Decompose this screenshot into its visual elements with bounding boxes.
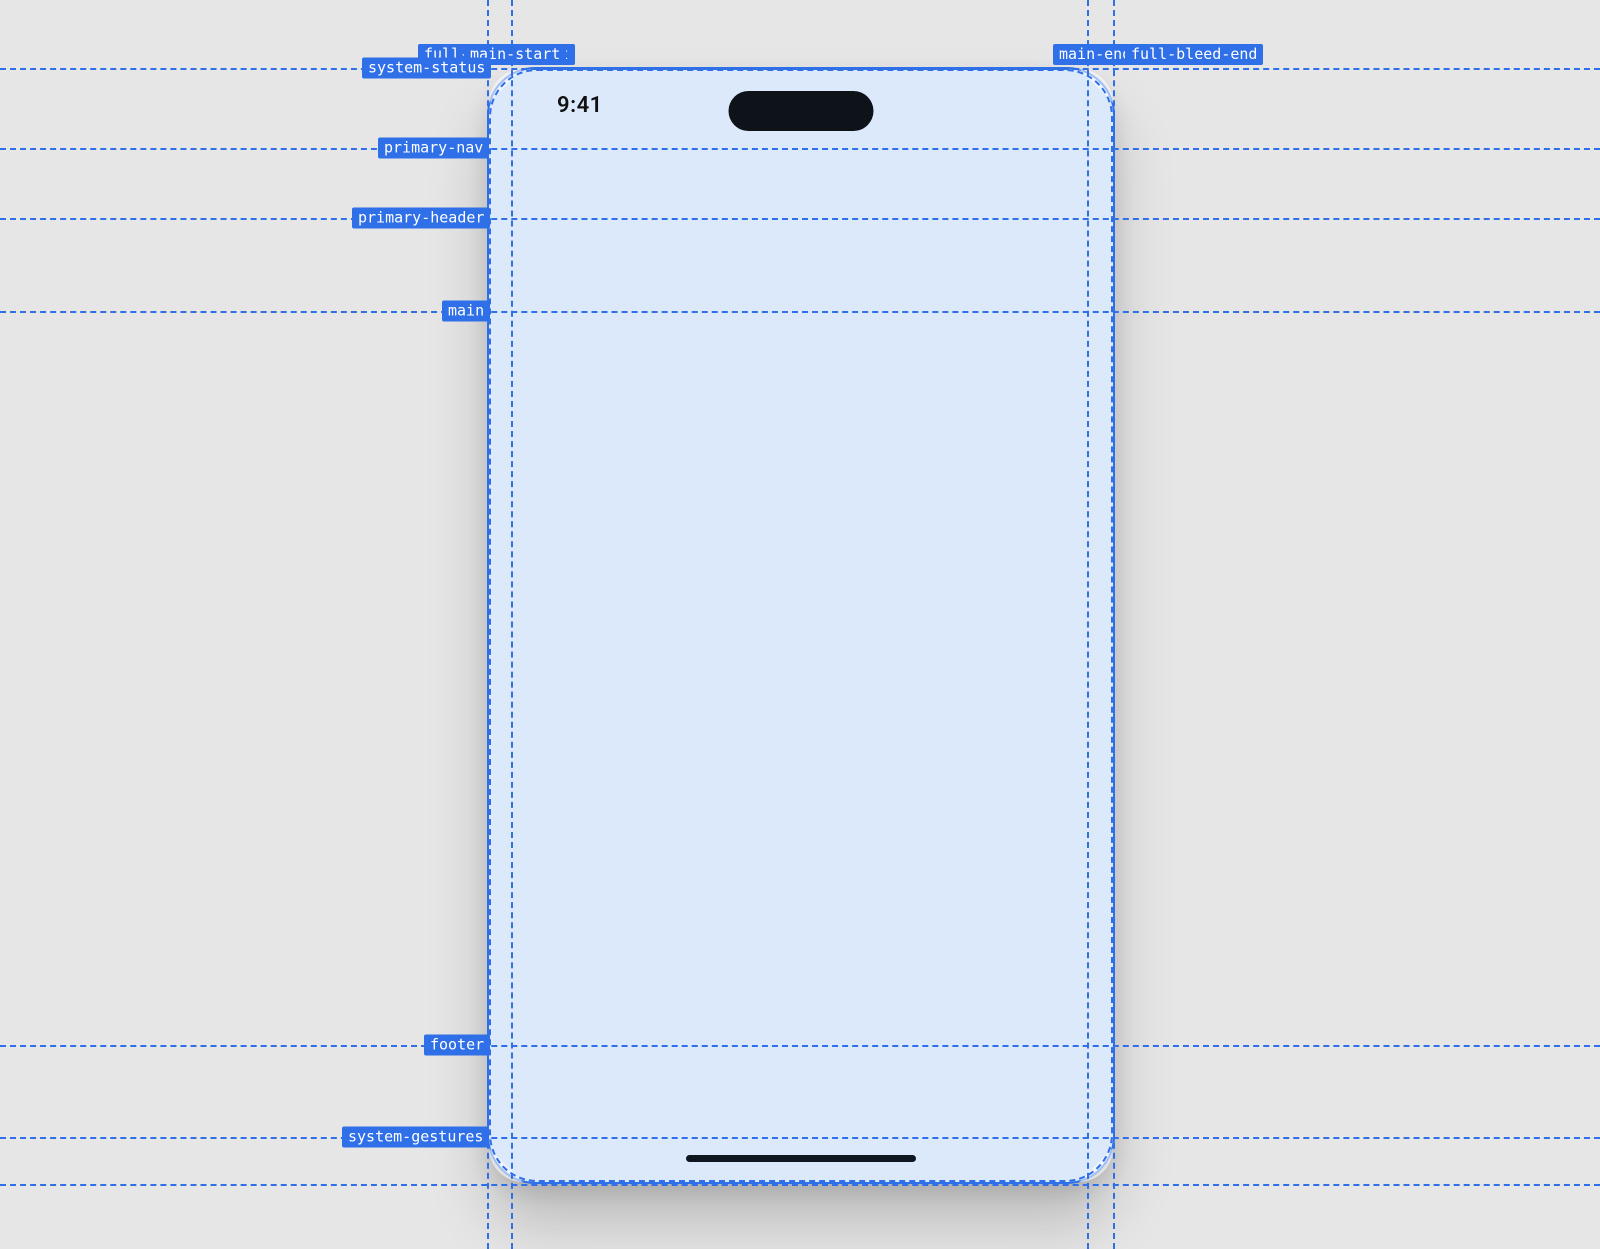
home-indicator <box>686 1155 916 1162</box>
phone-frame: 9:41 <box>487 67 1115 1184</box>
guide-system-status <box>0 68 1600 70</box>
label-footer: footer <box>424 1035 490 1056</box>
status-time: 9:41 <box>557 93 603 118</box>
guide-full-bleed-start <box>487 0 489 1249</box>
guide-footer <box>0 1045 1600 1047</box>
corner-highlight <box>489 1148 523 1182</box>
guide-primary-header <box>0 218 1600 220</box>
corner-highlight <box>489 69 523 103</box>
corner-highlight <box>1079 1148 1113 1182</box>
guide-full-bleed-end <box>1113 0 1115 1249</box>
label-full-bleed-end: full-bleed-end <box>1125 44 1263 65</box>
guide-main-end <box>1087 0 1089 1249</box>
guide-system-gestures <box>0 1137 1600 1139</box>
label-primary-header: primary-header <box>352 208 490 229</box>
label-system-status: system-status <box>362 58 491 79</box>
guide-main <box>0 311 1600 313</box>
label-system-gestures: system-gestures <box>342 1127 489 1148</box>
guide-primary-nav <box>0 148 1600 150</box>
corner-highlight <box>1079 69 1113 103</box>
phone-inner-dash <box>489 69 1113 1182</box>
dynamic-island <box>729 91 874 131</box>
label-primary-nav: primary-nav <box>378 138 489 159</box>
guide-phone-bottom <box>0 1184 1600 1186</box>
label-main: main <box>442 301 490 322</box>
guide-main-start <box>511 0 513 1249</box>
